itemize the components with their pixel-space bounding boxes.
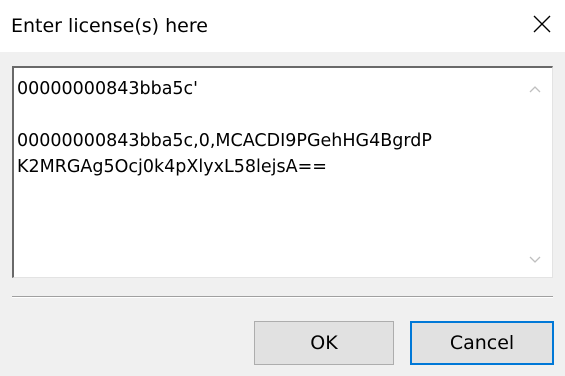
close-icon: [533, 15, 551, 37]
window-title: Enter license(s) here: [11, 15, 208, 37]
close-button[interactable]: [519, 0, 565, 52]
license-text[interactable]: 00000000843bba5c' 00000000843bba5c,0,MCA…: [17, 76, 527, 180]
cancel-button[interactable]: Cancel: [410, 321, 554, 365]
license-dialog: Enter license(s) here 00000000843bba5c' …: [0, 0, 565, 376]
scroll-up-arrow-icon: [529, 78, 541, 97]
dialog-content: 00000000843bba5c' 00000000843bba5c,0,MCA…: [0, 52, 565, 376]
ok-button[interactable]: OK: [254, 321, 394, 365]
vertical-scrollbar[interactable]: [518, 68, 552, 277]
separator-line: [12, 296, 553, 298]
scroll-down-arrow-icon: [529, 249, 541, 268]
scroll-up-button[interactable]: [518, 70, 552, 104]
title-bar: Enter license(s) here: [0, 0, 565, 52]
scroll-down-button[interactable]: [518, 241, 552, 275]
license-textarea[interactable]: 00000000843bba5c' 00000000843bba5c,0,MCA…: [12, 66, 553, 278]
